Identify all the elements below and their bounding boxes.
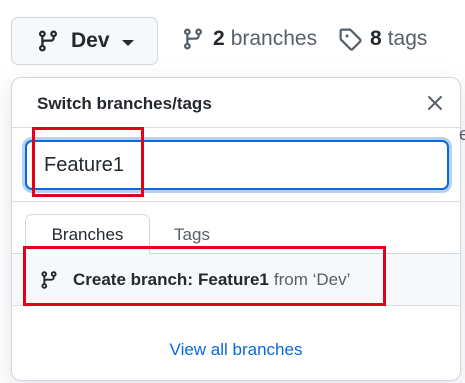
- tags-count: 8: [370, 27, 382, 50]
- page: Dev 2 branches 8 tags Switch branches/ta…: [0, 0, 465, 383]
- dropdown-header: Switch branches/tags: [12, 78, 460, 128]
- dropdown-title: Switch branches/tags: [37, 94, 212, 113]
- close-icon[interactable]: [426, 94, 444, 112]
- annotation-box-create-branch: [23, 246, 386, 306]
- branch-selector-button[interactable]: Dev: [11, 17, 158, 65]
- tags-link[interactable]: 8 tags: [338, 27, 427, 51]
- tag-icon: [338, 27, 362, 51]
- view-all-branches-link[interactable]: View all branches: [12, 340, 460, 360]
- current-branch-label: Dev: [71, 29, 110, 52]
- branches-count: 2: [213, 27, 225, 50]
- tags-label: tags: [387, 27, 428, 50]
- triangle-down-icon: [121, 39, 134, 46]
- branch-dropdown-panel: Switch branches/tags Branches Tags Creat…: [11, 77, 461, 381]
- git-branch-icon: [181, 27, 205, 51]
- annotation-box-filter-input: [32, 127, 144, 197]
- branches-link[interactable]: 2 branches: [181, 27, 317, 51]
- branches-label: branches: [230, 27, 318, 50]
- clipped-edge-content: e: [459, 124, 465, 144]
- git-branch-icon: [36, 29, 60, 53]
